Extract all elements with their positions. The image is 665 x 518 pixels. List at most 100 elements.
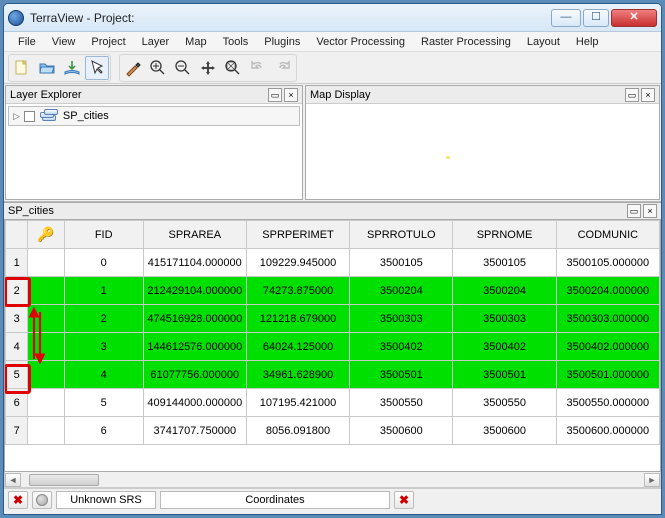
data-cell[interactable]: 3500600: [453, 417, 556, 445]
data-cell[interactable]: 4: [64, 361, 143, 389]
pan-tool-icon[interactable]: [196, 56, 220, 80]
maximize-button[interactable]: ☐: [583, 9, 609, 27]
menu-layer[interactable]: Layer: [134, 34, 178, 50]
row-number-cell[interactable]: 1: [6, 249, 28, 277]
menu-layout[interactable]: Layout: [519, 34, 568, 50]
data-cell[interactable]: 3500204: [350, 277, 453, 305]
menu-help[interactable]: Help: [568, 34, 607, 50]
data-cell[interactable]: 3500105: [453, 249, 556, 277]
data-cell[interactable]: 409144000.000000: [143, 389, 246, 417]
open-project-icon[interactable]: [35, 56, 59, 80]
data-cell[interactable]: 3500501: [350, 361, 453, 389]
expand-arrow-icon[interactable]: ▷: [13, 111, 20, 122]
key-cell[interactable]: [28, 249, 64, 277]
menu-raster-processing[interactable]: Raster Processing: [413, 34, 519, 50]
data-cell[interactable]: 3500550.000000: [556, 389, 659, 417]
data-cell[interactable]: 6: [64, 417, 143, 445]
data-cell[interactable]: 3500402: [453, 333, 556, 361]
scroll-left-button[interactable]: ◄: [5, 473, 21, 487]
zoom-in-icon[interactable]: [146, 56, 170, 80]
panel-close-button[interactable]: ×: [284, 88, 298, 102]
data-cell[interactable]: 212429104.000000: [143, 277, 246, 305]
data-cell[interactable]: 121218.679000: [246, 305, 349, 333]
key-cell[interactable]: [28, 417, 64, 445]
row-number-cell[interactable]: 6: [6, 389, 28, 417]
layer-visibility-checkbox[interactable]: [24, 111, 35, 122]
row-number-cell[interactable]: 3: [6, 305, 28, 333]
panel-close-button[interactable]: ×: [643, 204, 657, 218]
minimize-button[interactable]: —: [551, 9, 581, 27]
data-cell[interactable]: 8056.091800: [246, 417, 349, 445]
data-cell[interactable]: 3500402: [350, 333, 453, 361]
column-header-fid[interactable]: FID: [64, 221, 143, 249]
panel-float-button[interactable]: ▭: [625, 88, 639, 102]
data-cell[interactable]: 3500501: [453, 361, 556, 389]
status-globe-button[interactable]: [32, 491, 52, 509]
srs-field[interactable]: Unknown SRS: [56, 491, 156, 509]
column-header-codmunic[interactable]: CODMUNIC: [556, 221, 659, 249]
table-row[interactable]: 21212429104.00000074273.8750003500204350…: [6, 277, 660, 305]
table-row[interactable]: 32474516928.000000121218.679000350030335…: [6, 305, 660, 333]
data-cell[interactable]: 3500204.000000: [556, 277, 659, 305]
data-cell[interactable]: 74273.875000: [246, 277, 349, 305]
data-cell[interactable]: 0: [64, 249, 143, 277]
data-cell[interactable]: 3500303: [350, 305, 453, 333]
table-grid[interactable]: 🔑 FID SPRAREA SPRPERIMET SPRROTULO SPRNO…: [4, 220, 661, 472]
data-cell[interactable]: 3500501.000000: [556, 361, 659, 389]
data-cell[interactable]: 144612576.000000: [143, 333, 246, 361]
key-column-header[interactable]: 🔑: [28, 221, 64, 249]
table-row[interactable]: 10415171104.000000109229.945000350010535…: [6, 249, 660, 277]
panel-close-button[interactable]: ×: [641, 88, 655, 102]
data-cell[interactable]: 64024.125000: [246, 333, 349, 361]
menu-map[interactable]: Map: [177, 34, 214, 50]
column-header-sprnome[interactable]: SPRNOME: [453, 221, 556, 249]
data-cell[interactable]: 474516928.000000: [143, 305, 246, 333]
key-cell[interactable]: [28, 333, 64, 361]
menu-project[interactable]: Project: [83, 34, 133, 50]
data-cell[interactable]: 3500303: [453, 305, 556, 333]
data-cell[interactable]: 3500105.000000: [556, 249, 659, 277]
table-row[interactable]: 763741707.7500008056.0918003500600350060…: [6, 417, 660, 445]
data-cell[interactable]: 3741707.750000: [143, 417, 246, 445]
data-cell[interactable]: 61077756.000000: [143, 361, 246, 389]
key-cell[interactable]: [28, 389, 64, 417]
data-cell[interactable]: 3500600: [350, 417, 453, 445]
draw-tool-icon[interactable]: [121, 56, 145, 80]
data-cell[interactable]: 3500550: [350, 389, 453, 417]
save-project-icon[interactable]: [60, 56, 84, 80]
data-cell[interactable]: 3500402.000000: [556, 333, 659, 361]
data-cell[interactable]: 34961.628900: [246, 361, 349, 389]
pointer-tool-icon[interactable]: [85, 56, 109, 80]
menu-tools[interactable]: Tools: [215, 34, 257, 50]
menu-view[interactable]: View: [44, 34, 84, 50]
coordinates-field[interactable]: Coordinates: [160, 491, 390, 509]
data-cell[interactable]: 3500550: [453, 389, 556, 417]
menu-file[interactable]: File: [10, 34, 44, 50]
column-header-sprarea[interactable]: SPRAREA: [143, 221, 246, 249]
table-row[interactable]: 43144612576.00000064024.1250003500402350…: [6, 333, 660, 361]
data-cell[interactable]: 3: [64, 333, 143, 361]
table-row[interactable]: 65409144000.000000107195.421000350055035…: [6, 389, 660, 417]
layer-tree-item[interactable]: ▷ SP_cities: [8, 106, 300, 126]
row-number-cell[interactable]: 4: [6, 333, 28, 361]
data-cell[interactable]: 5: [64, 389, 143, 417]
table-row[interactable]: 5461077756.00000034961.62890035005013500…: [6, 361, 660, 389]
corner-header[interactable]: [6, 221, 28, 249]
status-cancel-button[interactable]: ✖: [8, 491, 28, 509]
status-clear-button[interactable]: ✖: [394, 491, 414, 509]
close-button[interactable]: ✕: [611, 9, 657, 27]
map-canvas[interactable]: [306, 104, 659, 199]
horizontal-scrollbar[interactable]: ◄ ►: [4, 472, 661, 488]
column-header-sprrotulo[interactable]: SPRROTULO: [350, 221, 453, 249]
data-cell[interactable]: 1: [64, 277, 143, 305]
row-number-cell[interactable]: 7: [6, 417, 28, 445]
zoom-extent-icon[interactable]: [221, 56, 245, 80]
row-number-cell[interactable]: 5: [6, 361, 28, 389]
data-cell[interactable]: 3500204: [453, 277, 556, 305]
new-project-icon[interactable]: [10, 56, 34, 80]
column-header-sprperimet[interactable]: SPRPERIMET: [246, 221, 349, 249]
data-cell[interactable]: 3500303.000000: [556, 305, 659, 333]
data-cell[interactable]: 107195.421000: [246, 389, 349, 417]
data-cell[interactable]: 415171104.000000: [143, 249, 246, 277]
panel-float-button[interactable]: ▭: [268, 88, 282, 102]
